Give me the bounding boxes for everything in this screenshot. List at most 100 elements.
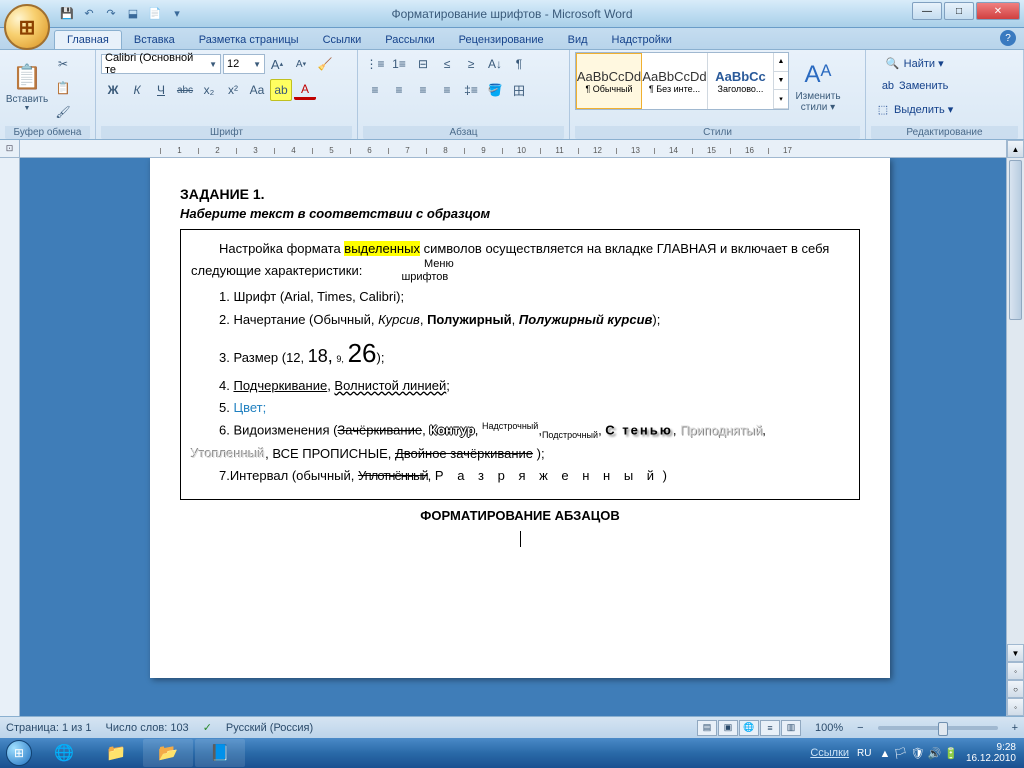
font-color-button[interactable]: A xyxy=(294,81,316,100)
borders-button[interactable]: 田 xyxy=(508,79,530,101)
view-web[interactable]: 🌐 xyxy=(739,720,759,736)
horizontal-ruler[interactable]: 1234567891011121314151617 xyxy=(20,140,1006,158)
sort-button[interactable]: A↓ xyxy=(484,53,506,75)
qat-redo[interactable]: ↷ xyxy=(102,5,120,23)
align-left-button[interactable]: ≡ xyxy=(364,79,386,101)
tab-addins[interactable]: Надстройки xyxy=(600,31,684,49)
cut-button[interactable]: ✂ xyxy=(52,53,74,75)
style-nospacing[interactable]: AaBbCcDd ¶ Без инте... xyxy=(642,53,708,109)
office-button[interactable] xyxy=(4,4,50,50)
bullets-button[interactable]: ⋮≡ xyxy=(364,53,386,75)
show-marks-button[interactable]: ¶ xyxy=(508,53,530,75)
tray-links[interactable]: Ссылки xyxy=(810,747,849,759)
superscript-button[interactable]: x² xyxy=(222,79,244,101)
window-title: Форматирование шрифтов - Microsoft Word xyxy=(391,7,632,21)
copy-button[interactable]: 📋 xyxy=(52,77,74,99)
vertical-ruler[interactable] xyxy=(0,158,20,716)
view-draft[interactable]: ▥ xyxy=(781,720,801,736)
shrink-font-button[interactable]: A▾ xyxy=(290,53,312,75)
zoom-in-button[interactable]: + xyxy=(1012,722,1018,734)
shading-button[interactable]: 🪣 xyxy=(484,79,506,101)
align-right-button[interactable]: ≡ xyxy=(412,79,434,101)
scroll-up-button[interactable]: ▲ xyxy=(1007,140,1024,158)
zoom-slider[interactable] xyxy=(878,726,998,730)
styles-scroll[interactable]: ▲▼▾ xyxy=(774,53,788,109)
li-7: 7.Интервал (обычный, Уплотнённый, Р а з … xyxy=(191,465,849,487)
line-spacing-button[interactable]: ‡≡ xyxy=(460,79,482,101)
tab-view[interactable]: Вид xyxy=(556,31,600,49)
qat-undo[interactable]: ↶ xyxy=(80,5,98,23)
view-print-layout[interactable]: ▤ xyxy=(697,720,717,736)
styles-gallery[interactable]: AaBbCcDd ¶ Обычный AaBbCcDd ¶ Без инте..… xyxy=(575,52,789,110)
grow-font-button[interactable]: A▴ xyxy=(266,53,288,75)
close-button[interactable]: ✕ xyxy=(976,2,1020,20)
highlight-button[interactable]: ab xyxy=(270,79,292,101)
zoom-out-button[interactable]: − xyxy=(857,722,863,734)
paste-button[interactable]: 📋 Вставить ▼ xyxy=(6,53,48,121)
tray-icons[interactable]: ▲ 🏳 🛡 🔊 🔋 xyxy=(880,747,958,760)
select-button[interactable]: ⬚Выделить ▾ xyxy=(872,99,957,119)
status-language[interactable]: Русский (Россия) xyxy=(226,722,313,734)
zoom-label[interactable]: 100% xyxy=(815,722,843,734)
task-folder[interactable]: 📂 xyxy=(143,739,193,767)
help-button[interactable]: ? xyxy=(1000,30,1016,46)
ruler-toggle[interactable]: ⊡ xyxy=(0,140,20,158)
scroll-down-button[interactable]: ▼ xyxy=(1007,644,1024,662)
change-styles-button[interactable]: Aᴬ Изменить стили ▾ xyxy=(790,53,846,121)
numbering-button[interactable]: 1≡ xyxy=(388,53,410,75)
tab-mailings[interactable]: Рассылки xyxy=(373,31,446,49)
window-titlebar: 💾 ↶ ↷ ⬓ 📄 ▾ Форматирование шрифтов - Mic… xyxy=(0,0,1024,28)
bold-button[interactable]: Ж xyxy=(102,79,124,101)
change-case-button[interactable]: Aa xyxy=(246,79,268,101)
maximize-button[interactable]: □ xyxy=(944,2,974,20)
next-page-button[interactable]: ◦ xyxy=(1007,698,1024,716)
style-heading1[interactable]: AaBbCc Заголово... xyxy=(708,53,774,109)
format-painter-button[interactable]: 🖌 xyxy=(52,101,74,123)
align-center-button[interactable]: ≡ xyxy=(388,79,410,101)
status-proof-icon[interactable]: ✓ xyxy=(203,721,212,734)
increase-indent-button[interactable]: ≥ xyxy=(460,53,482,75)
paste-icon: 📋 xyxy=(12,63,42,92)
qat-extra1[interactable]: ⬓ xyxy=(124,5,142,23)
font-family-combo[interactable]: Calibri (Основной те▼ xyxy=(101,54,221,74)
qat-extra2[interactable]: 📄 xyxy=(146,5,164,23)
group-font: Calibri (Основной те▼ 12▼ A▴ A▾ 🧹 Ж К Ч … xyxy=(96,50,358,139)
font-size-combo[interactable]: 12▼ xyxy=(223,54,265,74)
tab-references[interactable]: Ссылки xyxy=(311,31,374,49)
scroll-thumb[interactable] xyxy=(1009,160,1022,320)
underline-button[interactable]: Ч xyxy=(150,79,172,101)
style-normal[interactable]: AaBbCcDd ¶ Обычный xyxy=(576,53,642,109)
tray-clock[interactable]: 9:28 16.12.2010 xyxy=(966,742,1016,764)
page[interactable]: ЗАДАНИЕ 1. Наберите текст в соответствии… xyxy=(150,158,890,678)
tab-home[interactable]: Главная xyxy=(54,30,122,49)
justify-button[interactable]: ≡ xyxy=(436,79,458,101)
subscript-button[interactable]: x₂ xyxy=(198,79,220,101)
task-word[interactable]: 📘 xyxy=(195,739,245,767)
tab-pagelayout[interactable]: Разметка страницы xyxy=(187,31,311,49)
find-button[interactable]: 🔍Найти ▾ xyxy=(872,53,957,73)
replace-button[interactable]: abЗаменить xyxy=(872,76,957,96)
multilevel-button[interactable]: ⊟ xyxy=(412,53,434,75)
decrease-indent-button[interactable]: ≤ xyxy=(436,53,458,75)
status-bar: Страница: 1 из 1 Число слов: 103 ✓ Русск… xyxy=(0,716,1024,738)
strike-button[interactable]: abc xyxy=(174,79,196,101)
tab-review[interactable]: Рецензирование xyxy=(447,31,556,49)
clear-format-button[interactable]: 🧹 xyxy=(314,53,336,75)
view-outline[interactable]: ≡ xyxy=(760,720,780,736)
view-fullscreen[interactable]: ▣ xyxy=(718,720,738,736)
status-words[interactable]: Число слов: 103 xyxy=(106,722,189,734)
task-ie[interactable]: 🌐 xyxy=(39,739,89,767)
minimize-button[interactable]: — xyxy=(912,2,942,20)
task-explorer[interactable]: 📁 xyxy=(91,739,141,767)
qat-customize[interactable]: ▾ xyxy=(168,5,186,23)
browse-object-button[interactable]: ○ xyxy=(1007,680,1024,698)
document-area[interactable]: ЗАДАНИЕ 1. Наберите текст в соответствии… xyxy=(20,158,1006,716)
prev-page-button[interactable]: ◦ xyxy=(1007,662,1024,680)
start-button[interactable]: ⊞ xyxy=(0,738,38,768)
vertical-scrollbar[interactable]: ▲ ▼ ◦ ○ ◦ xyxy=(1006,140,1024,716)
qat-save[interactable]: 💾 xyxy=(58,5,76,23)
italic-button[interactable]: К xyxy=(126,79,148,101)
tab-insert[interactable]: Вставка xyxy=(122,31,187,49)
tray-lang[interactable]: RU xyxy=(857,748,871,759)
status-page[interactable]: Страница: 1 из 1 xyxy=(6,722,92,734)
